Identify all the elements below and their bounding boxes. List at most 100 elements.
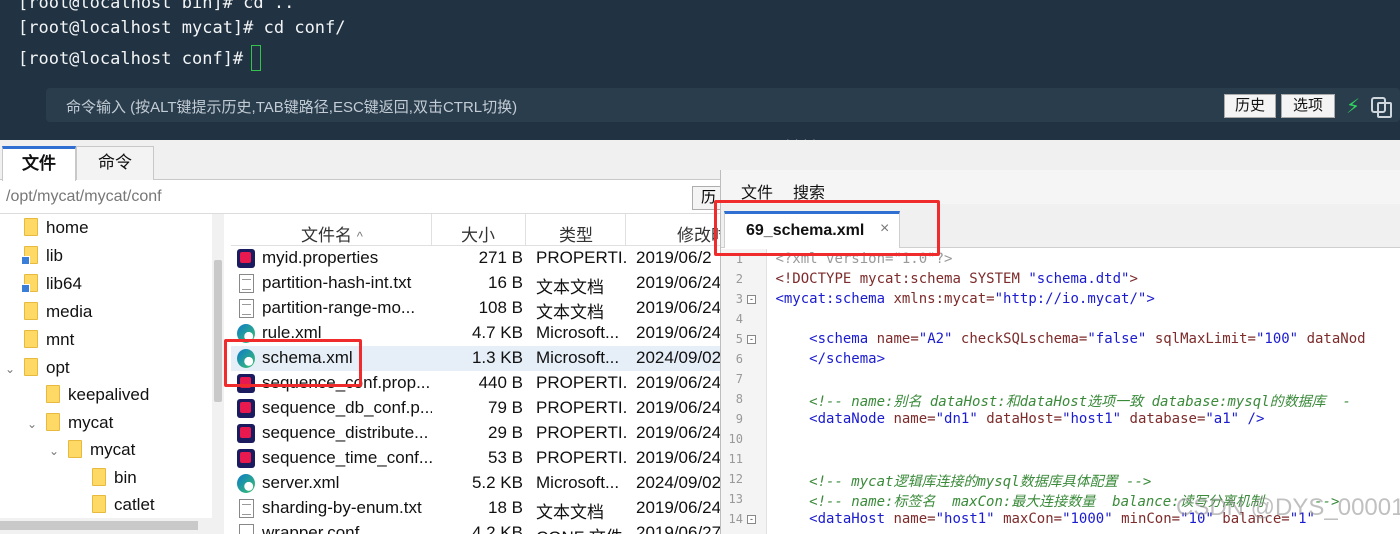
file-name: sequence_time_conf... <box>262 448 432 467</box>
options-button[interactable]: 选项 <box>1281 94 1335 118</box>
file-type: CONF 文件 <box>536 523 626 534</box>
tree-item-label: media <box>46 302 93 321</box>
editor-menubar: 文件 搜索 <box>721 170 1400 204</box>
file-name: sequence_distribute... <box>262 423 429 442</box>
file-date: 2024/09/02 <box>636 348 722 367</box>
column-divider[interactable] <box>625 214 626 246</box>
tree-item-label: lib <box>46 246 64 265</box>
file-name: sharding-by-enum.txt <box>262 498 422 517</box>
file-date: 2019/06/24 <box>636 323 722 342</box>
code-line: <!DOCTYPE mycat:schema SYSTEM "schema.dt… <box>775 271 1138 287</box>
tree-item-bin[interactable]: bin <box>92 468 137 492</box>
file-type: Microsoft... <box>536 348 620 367</box>
file-date: 2019/06/24 <box>636 423 722 442</box>
edge-xml-icon <box>237 474 255 493</box>
line-number: 10 <box>728 432 743 446</box>
chevron-down-icon[interactable]: ⌄ <box>27 417 37 431</box>
text-file-icon <box>239 299 254 318</box>
tree-scroll-thumb[interactable] <box>214 260 222 402</box>
command-input-placeholder: 命令输入 (按ALT键提示历史,TAB键路径,ESC键返回,双击CTRL切换) <box>66 99 518 116</box>
chevron-down-icon[interactable]: ⌄ <box>5 362 15 376</box>
file-name: wrapper.conf <box>262 523 360 534</box>
file-row[interactable]: sharding-by-enum.txt 18 B 文本文档 2019/06/24 <box>231 496 731 522</box>
file-size: 4.7 KB <box>471 323 523 342</box>
file-size: 1.3 KB <box>471 348 523 367</box>
column-divider[interactable] <box>525 214 526 246</box>
terminal-prompt-text: [root@localhost conf]# <box>18 49 244 69</box>
sort-up-icon: ^ <box>356 229 363 244</box>
file-name: sequence_db_conf.p... <box>262 398 432 417</box>
column-name[interactable]: 文件名 ^ <box>301 221 363 246</box>
file-row[interactable]: server.xml 5.2 KB Microsoft... 2024/09/02 <box>231 471 731 496</box>
file-name: partition-hash-int.txt <box>262 273 412 292</box>
line-number: 5 <box>735 332 743 346</box>
file-row[interactable]: partition-hash-int.txt 16 B 文本文档 2019/06/24 <box>231 271 731 297</box>
terminal-panel[interactable]: [root@localhost bin]# cd .. [root@localh… <box>0 0 1400 146</box>
fold-collapse-icon[interactable]: - <box>747 335 756 344</box>
file-size: 53 B <box>488 448 523 467</box>
line-number: 11 <box>728 452 743 466</box>
tree-item-lib64[interactable]: lib64 <box>21 274 82 298</box>
file-type: 文本文档 <box>536 278 604 297</box>
tab-files[interactable]: 文件 <box>2 146 76 181</box>
column-size[interactable]: 大小 <box>461 221 495 246</box>
file-type: PROPERTI... <box>536 398 626 417</box>
line-number-gutter: 1 2 3 - 4 5 - 6 7 8 9 10 11 12 13 14 - <box>721 249 767 534</box>
code-line: <mycat:schema xmlns:mycat="http://io.myc… <box>775 291 1155 307</box>
folder-icon <box>24 302 38 320</box>
line-number: 12 <box>728 472 743 486</box>
file-size: 4.2 KB <box>471 523 523 534</box>
file-size: 271 B <box>478 248 523 267</box>
history-button[interactable]: 历史 <box>1224 94 1276 118</box>
tab-commands[interactable]: 命令 <box>76 146 154 180</box>
file-type: 文本文档 <box>536 503 604 522</box>
fold-collapse-icon[interactable]: - <box>747 515 756 524</box>
file-row[interactable]: sequence_db_conf.p... 79 B PROPERTI... 2019… <box>231 396 731 421</box>
tree-item-home[interactable]: home <box>24 218 89 242</box>
file-date: 2024/09/02 <box>636 473 722 492</box>
command-input[interactable]: 命令输入 (按ALT键提示历史,TAB键路径,ESC键返回,双击CTRL切换) <box>46 88 1400 122</box>
file-type: PROPERTI... <box>536 248 626 267</box>
file-size: 5.2 KB <box>471 473 523 492</box>
file-row[interactable]: sequence_time_conf... 53 B PROPERTI... 2019… <box>231 446 731 471</box>
code-line: <!-- mycat逻辑库连接的mysql数据库具体配置 --> <box>809 474 1152 490</box>
tree-hscroll-thumb[interactable] <box>0 521 198 530</box>
line-number: 6 <box>735 352 743 366</box>
chevron-down-icon[interactable]: ⌄ <box>49 444 59 458</box>
tree-item-lib[interactable]: lib <box>21 246 64 270</box>
tree-item-catlet[interactable]: catlet <box>92 495 155 519</box>
tree-item-opt[interactable]: opt <box>24 358 70 382</box>
file-date: 2019/06/24 <box>636 298 722 317</box>
path-bar[interactable]: /opt/mycat/mycat/conf <box>0 182 720 214</box>
file-row[interactable]: wrapper.conf 4.2 KB CONF 文件 2019/06/27 <box>231 521 731 534</box>
file-size: 79 B <box>488 398 523 417</box>
column-divider[interactable] <box>431 214 432 246</box>
file-row[interactable]: partition-range-mo... 108 B 文本文档 2019/06/24 <box>231 296 731 322</box>
properties-icon <box>237 449 255 468</box>
tree-item-mycat-inner[interactable]: mycat <box>68 440 135 464</box>
fold-collapse-icon[interactable]: - <box>747 295 756 304</box>
tree-item-keepalived[interactable]: keepalived <box>46 385 149 409</box>
tree-item-label: lib64 <box>46 274 82 293</box>
folder-icon <box>24 358 38 376</box>
tree-item-media[interactable]: media <box>24 302 92 326</box>
file-size: 29 B <box>488 423 523 442</box>
tree-item-label: bin <box>114 468 137 487</box>
file-type: PROPERTI... <box>536 373 626 392</box>
copy-icon[interactable] <box>1371 97 1392 118</box>
tree-item-mnt[interactable]: mnt <box>24 330 74 354</box>
file-row[interactable]: myid.properties 271 B PROPERTI... 2019/06/2 <box>231 246 731 271</box>
file-size: 18 B <box>488 498 523 517</box>
file-date: 2019/06/24 <box>636 273 722 292</box>
file-type: Microsoft... <box>536 323 620 342</box>
folder-icon <box>92 495 106 513</box>
lightning-icon[interactable]: ⚡ <box>1346 94 1360 119</box>
tree-item-label: opt <box>46 358 70 377</box>
file-row[interactable]: sequence_distribute... 29 B PROPERTI... 201… <box>231 421 731 446</box>
tree-item-mycat[interactable]: mycat <box>46 413 113 437</box>
properties-icon <box>237 249 255 268</box>
code-line: </schema> <box>809 351 886 367</box>
column-type[interactable]: 类型 <box>559 221 593 246</box>
folder-icon <box>46 413 60 431</box>
conf-file-icon <box>239 524 254 534</box>
